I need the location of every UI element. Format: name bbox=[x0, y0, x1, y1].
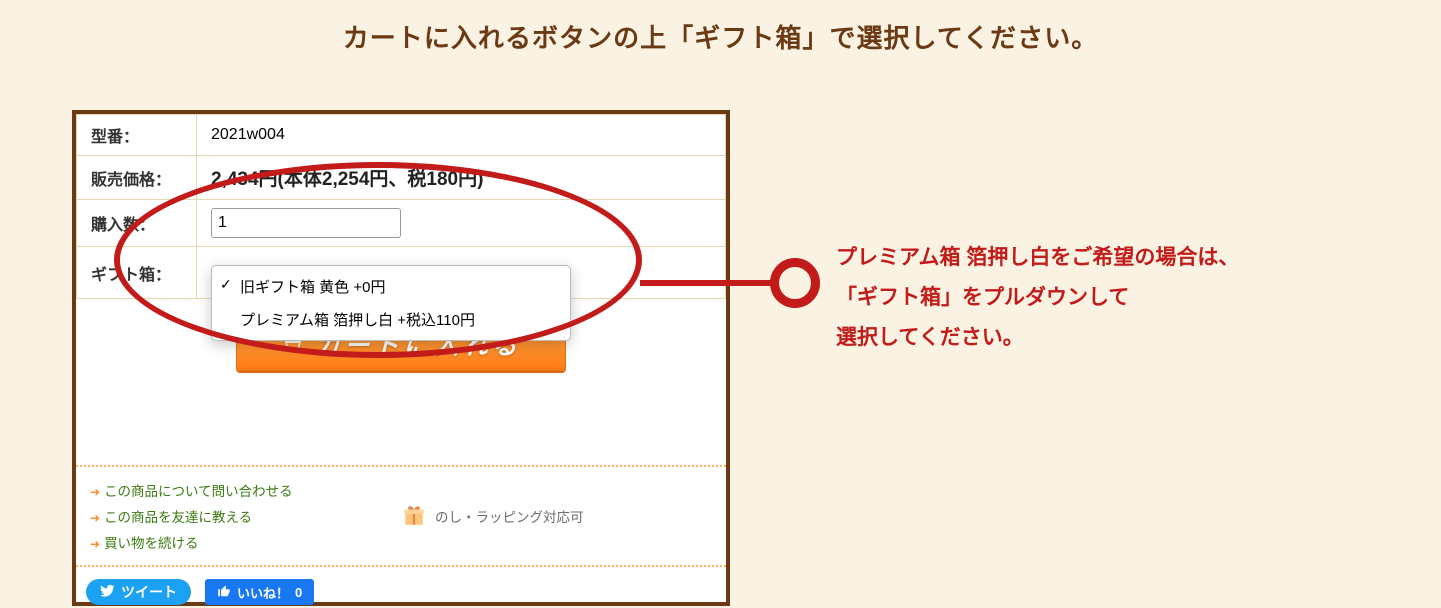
table-row: 販売価格： 2,434円(本体2,254円、税180円) bbox=[77, 156, 726, 200]
quantity-input[interactable] bbox=[211, 208, 401, 238]
annotation-line-2: 「ギフト箱」をプルダウンして bbox=[836, 278, 1239, 318]
tweet-button[interactable]: ツイート bbox=[86, 579, 191, 605]
like-count: 0 bbox=[295, 585, 302, 600]
product-table: 型番： 2021w004 販売価格： 2,434円(本体2,254円、税180円… bbox=[76, 114, 726, 299]
link-continue-shopping[interactable]: 買い物を続ける bbox=[90, 529, 401, 555]
annotation-connector bbox=[640, 280, 772, 286]
giftbox-cell: 旧ギフト箱 黄色 +0円 プレミアム箱 箔押し白 +税込110円 bbox=[197, 247, 726, 299]
product-panel: 型番： 2021w004 販売価格： 2,434円(本体2,254円、税180円… bbox=[72, 110, 730, 606]
thumbs-up-icon bbox=[217, 584, 231, 601]
table-row: 購入数： bbox=[77, 200, 726, 247]
price-value: 2,434円(本体2,254円、税180円) bbox=[197, 156, 726, 200]
annotation-ring bbox=[770, 258, 820, 308]
price-label: 販売価格： bbox=[77, 156, 197, 200]
tweet-label: ツイート bbox=[121, 582, 177, 602]
link-tell-friend[interactable]: この商品を友達に教える bbox=[90, 503, 401, 529]
annotation-line-1: プレミアム箱 箔押し白をご希望の場合は、 bbox=[836, 238, 1239, 278]
table-row: ギフト箱： 旧ギフト箱 黄色 +0円 プレミアム箱 箔押し白 +税込110円 bbox=[77, 247, 726, 299]
twitter-icon bbox=[100, 583, 115, 601]
gift-icon bbox=[401, 502, 427, 531]
page-title: カートに入れるボタンの上「ギフト箱」で選択してください。 bbox=[0, 18, 1441, 55]
table-row: 型番： 2021w004 bbox=[77, 115, 726, 156]
like-label: いいね！ bbox=[237, 583, 289, 602]
like-button[interactable]: いいね！ 0 bbox=[205, 579, 314, 605]
giftbox-label: ギフト箱： bbox=[77, 247, 197, 299]
annotation-line-3: 選択してください。 bbox=[836, 318, 1239, 358]
qty-label: 購入数： bbox=[77, 200, 197, 247]
model-label: 型番： bbox=[77, 115, 197, 156]
qty-cell bbox=[197, 200, 726, 247]
giftbox-option-1[interactable]: 旧ギフト箱 黄色 +0円 bbox=[212, 270, 570, 303]
annotation-note: プレミアム箱 箔押し白をご希望の場合は、 「ギフト箱」をプルダウンして 選択して… bbox=[836, 238, 1239, 358]
link-inquire[interactable]: この商品について問い合わせる bbox=[90, 477, 401, 503]
links-area: この商品について問い合わせる この商品を友達に教える 買い物を続ける のし・ラッ… bbox=[76, 465, 726, 567]
social-row: ツイート いいね！ 0 bbox=[76, 567, 726, 605]
wrapping-label: のし・ラッピング対応可 bbox=[435, 506, 584, 526]
giftbox-option-2[interactable]: プレミアム箱 箔押し白 +税込110円 bbox=[212, 303, 570, 336]
model-value: 2021w004 bbox=[197, 115, 726, 156]
giftbox-dropdown[interactable]: 旧ギフト箱 黄色 +0円 プレミアム箱 箔押し白 +税込110円 bbox=[211, 265, 571, 341]
